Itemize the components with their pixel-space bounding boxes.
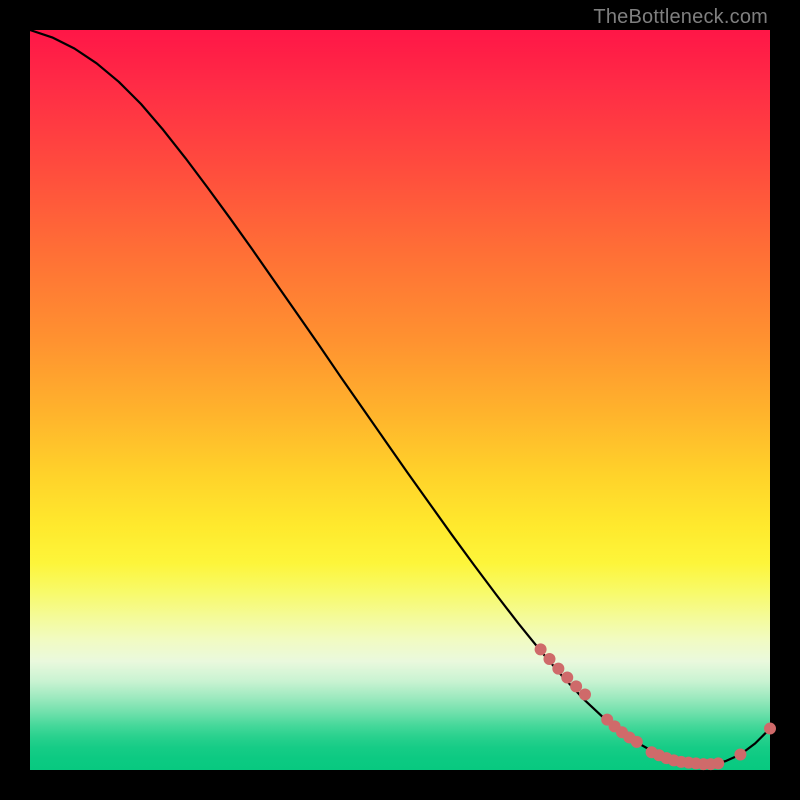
data-marker [712, 757, 724, 769]
chart-stage: TheBottleneck.com [0, 0, 800, 800]
data-marker [631, 736, 643, 748]
data-marker [570, 680, 582, 692]
data-marker [764, 723, 776, 735]
data-marker [579, 689, 591, 701]
watermark-text: TheBottleneck.com [593, 6, 768, 29]
data-marker [543, 653, 555, 665]
plot-area [30, 30, 770, 770]
data-marker [552, 663, 564, 675]
marker-layer [535, 643, 776, 770]
chart-overlay [30, 30, 770, 770]
data-marker [561, 672, 573, 684]
data-marker [734, 748, 746, 760]
bottleneck-curve [30, 30, 770, 764]
data-marker [535, 643, 547, 655]
